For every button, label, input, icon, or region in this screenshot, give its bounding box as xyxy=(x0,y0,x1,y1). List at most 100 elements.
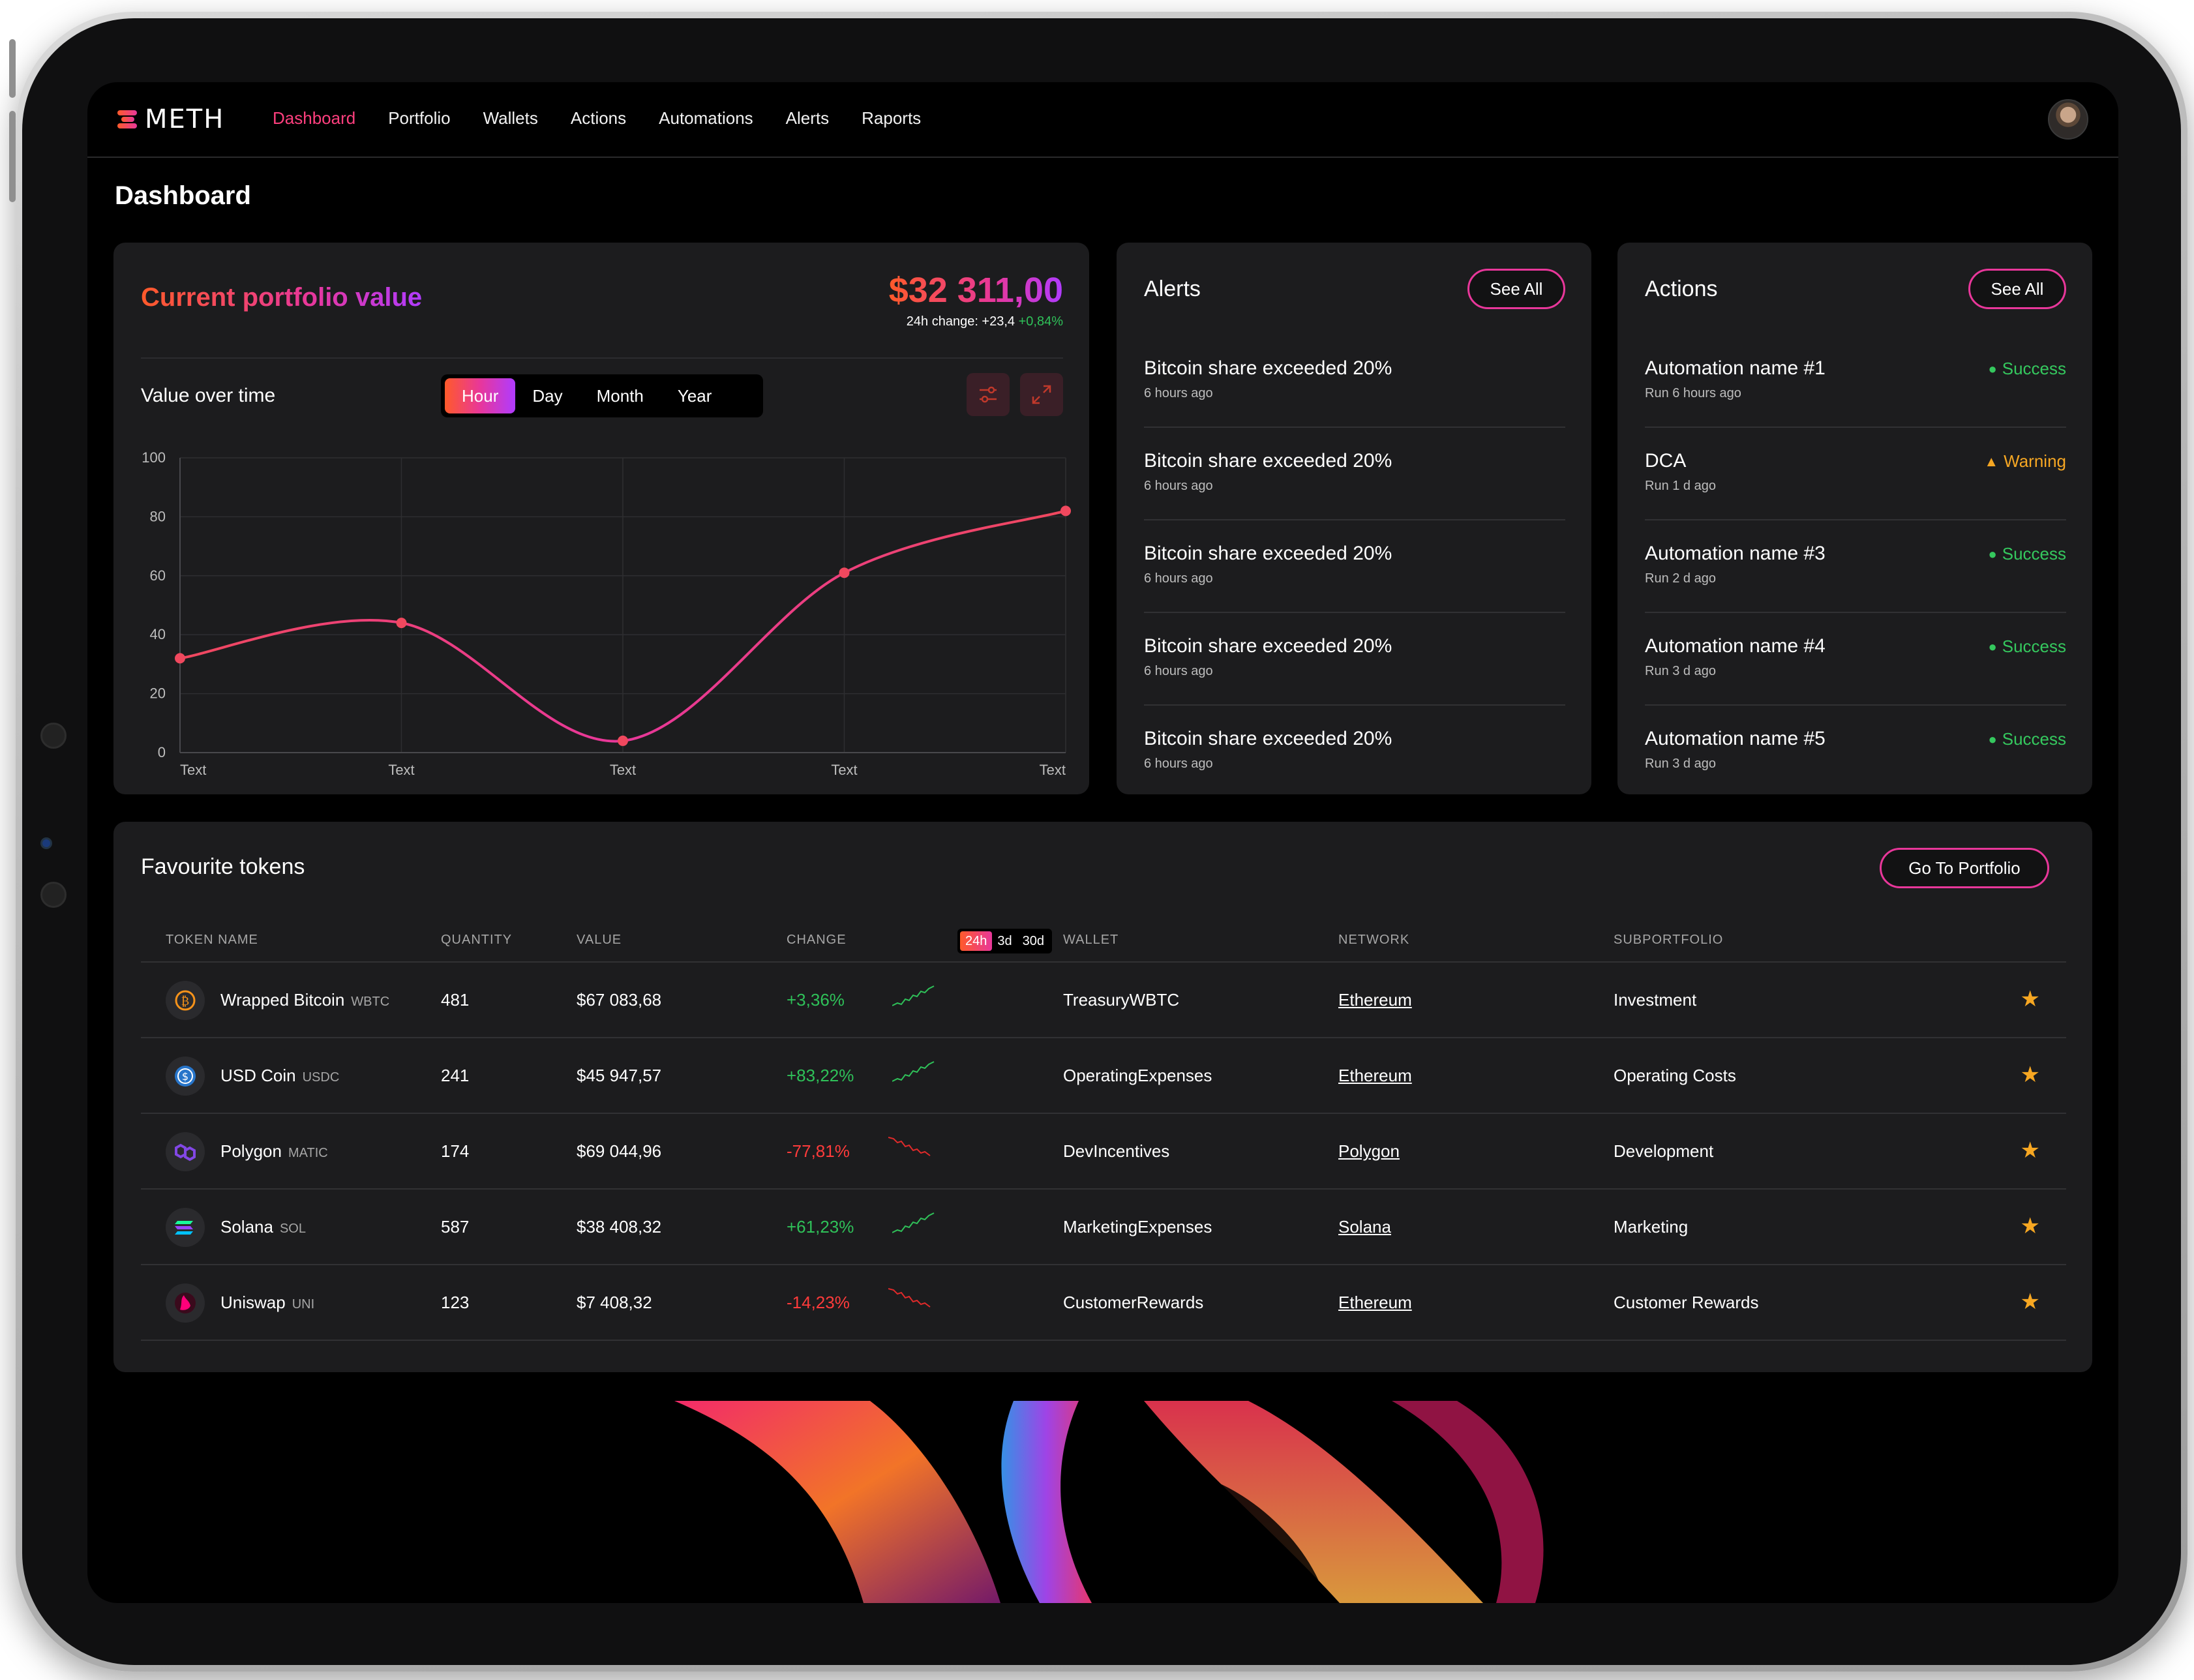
token-change: -77,81% xyxy=(787,1141,850,1161)
column-header-network: NETWORK xyxy=(1338,933,1410,947)
filter-button[interactable] xyxy=(967,373,1010,416)
svg-text:₿: ₿ xyxy=(181,995,189,1008)
token-name: Solana SOL xyxy=(220,1217,306,1237)
favourite-tokens-card: Favourite tokens Go To Portfolio TOKEN N… xyxy=(113,822,2092,1372)
data-point xyxy=(1060,505,1071,517)
action-item[interactable]: Automation name #1 Run 6 hours ago ● Succes… xyxy=(1645,335,2066,428)
token-name-label: Uniswap xyxy=(220,1293,286,1312)
token-network-link[interactable]: Ethereum xyxy=(1338,990,1412,1010)
token-value: $67 083,68 xyxy=(577,990,662,1010)
action-item[interactable]: Automation name #3 Run 2 d ago ● Success xyxy=(1645,520,2066,613)
change-range-30d[interactable]: 30d xyxy=(1017,931,1049,951)
token-name-label: Polygon xyxy=(220,1141,282,1161)
action-status-badge: ● Success xyxy=(1988,359,2066,379)
token-symbol: USDC xyxy=(302,1070,340,1085)
favourite-star-icon[interactable]: ★ xyxy=(2021,1213,2040,1239)
nav-item-alerts[interactable]: Alerts xyxy=(786,108,829,128)
column-header-value: VALUE xyxy=(577,933,622,947)
y-tick-label: 0 xyxy=(158,744,166,760)
action-item[interactable]: Automation name #4 Run 3 d ago ● Success xyxy=(1645,613,2066,706)
alert-item[interactable]: Bitcoin share exceeded 20% 6 hours ago xyxy=(1144,613,1565,706)
nav-item-portfolio[interactable]: Portfolio xyxy=(388,108,450,128)
nav-item-actions[interactable]: Actions xyxy=(571,108,626,128)
nav-item-wallets[interactable]: Wallets xyxy=(483,108,538,128)
action-time: Run 1 d ago xyxy=(1645,479,1716,493)
bitcoin-icon: ₿ xyxy=(166,981,205,1020)
alert-time: 6 hours ago xyxy=(1144,386,1213,400)
alert-item[interactable]: Bitcoin share exceeded 20% 6 hours ago xyxy=(1144,335,1565,428)
alert-time: 6 hours ago xyxy=(1144,757,1213,771)
token-name-label: USD Coin xyxy=(220,1066,296,1085)
x-tick-label: Text xyxy=(610,762,636,777)
check-circle-icon: ● xyxy=(1988,545,1997,562)
token-subportfolio: Marketing xyxy=(1614,1217,1689,1237)
expand-icon xyxy=(1032,385,1051,404)
token-subportfolio: Development xyxy=(1614,1141,1714,1161)
table-row[interactable]: $ USD Coin USDC 241 $45 947,57 +83,22% Operati… xyxy=(141,1038,2066,1114)
y-tick-label: 20 xyxy=(150,685,166,702)
token-subportfolio: Investment xyxy=(1614,990,1697,1010)
alert-item[interactable]: Bitcoin share exceeded 20% 6 hours ago xyxy=(1144,706,1565,797)
token-network-link[interactable]: Ethereum xyxy=(1338,1066,1412,1086)
range-hour[interactable]: Hour xyxy=(445,378,516,413)
favourite-star-icon[interactable]: ★ xyxy=(2021,1062,2040,1088)
token-name: Polygon MATIC xyxy=(220,1141,328,1162)
app-logo[interactable]: METH xyxy=(117,104,224,134)
column-header-subportfolio: SUBPORTFOLIO xyxy=(1614,933,1724,947)
action-title: Automation name #5 xyxy=(1645,728,1826,749)
check-circle-icon: ● xyxy=(1988,360,1997,377)
nav-item-raports[interactable]: Raports xyxy=(862,108,921,128)
token-name-label: Wrapped Bitcoin xyxy=(220,990,345,1010)
alerts-see-all-button[interactable]: See All xyxy=(1467,269,1565,309)
token-network-link[interactable]: Solana xyxy=(1338,1217,1391,1237)
user-avatar[interactable] xyxy=(2048,99,2088,140)
table-row[interactable]: ₿ Wrapped Bitcoin WBTC 481 $67 083,68 +3,36% T… xyxy=(141,963,2066,1038)
status-label: Success xyxy=(2002,544,2066,563)
go-to-portfolio-button[interactable]: Go To Portfolio xyxy=(1880,848,2049,888)
uniswap-icon xyxy=(166,1283,205,1323)
nav-item-automations[interactable]: Automations xyxy=(659,108,753,128)
action-item[interactable]: Automation name #5 Run 3 d ago ● Success xyxy=(1645,706,2066,797)
actions-list: Automation name #1 Run 6 hours ago ● Succes… xyxy=(1645,335,2066,797)
token-value: $38 408,32 xyxy=(577,1217,662,1237)
action-status-badge: ● Success xyxy=(1988,637,2066,657)
range-year[interactable]: Year xyxy=(661,378,729,413)
range-day[interactable]: Day xyxy=(515,378,579,413)
favourite-star-icon[interactable]: ★ xyxy=(2021,986,2040,1012)
tablet-button xyxy=(9,39,16,98)
action-title: DCA xyxy=(1645,450,1687,472)
usdc-icon: $ xyxy=(166,1057,205,1096)
trend-sparkline xyxy=(892,1061,935,1082)
action-status-badge: ● Success xyxy=(1988,544,2066,564)
nav-item-dashboard[interactable]: Dashboard xyxy=(273,108,355,128)
table-row[interactable]: Uniswap UNI 123 $7 408,32 -14,23% CustomerRew… xyxy=(141,1265,2066,1341)
table-row[interactable]: Polygon MATIC 174 $69 044,96 -77,81% DevIncen… xyxy=(141,1114,2066,1190)
token-quantity: 587 xyxy=(441,1217,470,1237)
table-row[interactable]: Solana SOL 587 $38 408,32 +61,23% MarketingEx… xyxy=(141,1190,2066,1265)
warning-icon: ▲ xyxy=(1984,453,1999,470)
trend-sparkline xyxy=(888,1288,931,1308)
token-symbol: SOL xyxy=(279,1222,306,1236)
token-change: +61,23% xyxy=(787,1217,854,1237)
token-subportfolio: Customer Rewards xyxy=(1614,1293,1759,1312)
actions-see-all-button[interactable]: See All xyxy=(1968,269,2066,309)
logo-mark-icon xyxy=(117,108,140,131)
favourite-star-icon[interactable]: ★ xyxy=(2021,1289,2040,1315)
change-range-24h[interactable]: 24h xyxy=(960,931,993,951)
expand-button[interactable] xyxy=(1020,373,1063,416)
token-quantity: 481 xyxy=(441,990,470,1010)
data-point xyxy=(175,653,185,664)
token-quantity: 241 xyxy=(441,1066,470,1085)
range-month[interactable]: Month xyxy=(580,378,661,413)
token-network-link[interactable]: Polygon xyxy=(1338,1141,1400,1162)
favourite-star-icon[interactable]: ★ xyxy=(2021,1137,2040,1163)
alert-title: Bitcoin share exceeded 20% xyxy=(1144,543,1392,564)
x-tick-label: Text xyxy=(831,762,857,777)
token-network-link[interactable]: Ethereum xyxy=(1338,1293,1412,1313)
change-range-3d[interactable]: 3d xyxy=(992,931,1017,951)
alert-title: Bitcoin share exceeded 20% xyxy=(1144,635,1392,657)
alert-item[interactable]: Bitcoin share exceeded 20% 6 hours ago xyxy=(1144,428,1565,520)
alert-item[interactable]: Bitcoin share exceeded 20% 6 hours ago xyxy=(1144,520,1565,613)
action-item[interactable]: DCA Run 1 d ago ▲ Warning xyxy=(1645,428,2066,520)
token-wallet: CustomerRewards xyxy=(1063,1293,1204,1312)
